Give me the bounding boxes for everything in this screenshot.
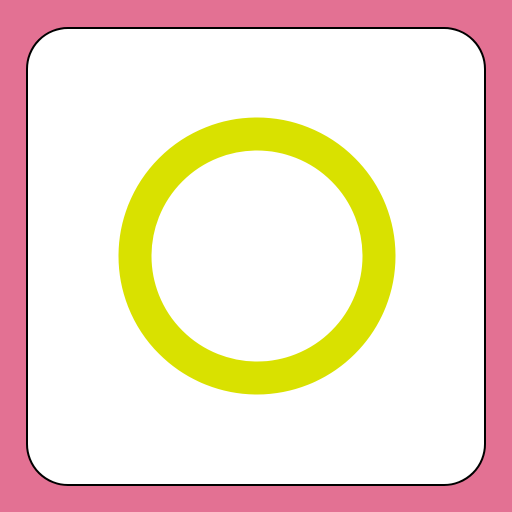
app-icon-canvas xyxy=(0,0,512,512)
ring-circle xyxy=(118,117,396,395)
ring-icon xyxy=(118,117,396,395)
